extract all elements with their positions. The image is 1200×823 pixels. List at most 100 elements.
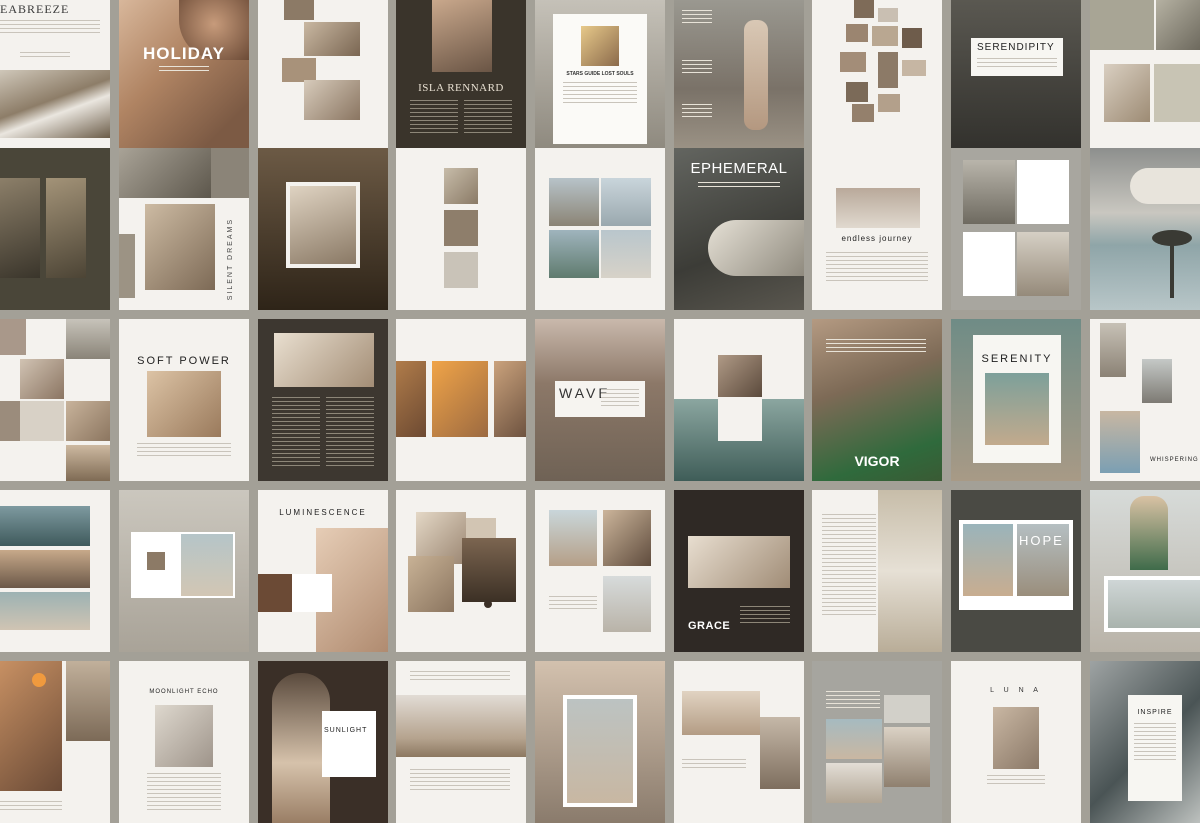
tile-green-dress[interactable] <box>1090 490 1200 652</box>
tile-luminescence[interactable]: LUMINESCENCE <box>258 490 388 652</box>
photo <box>760 717 800 789</box>
photo <box>581 26 619 66</box>
tile-title: VIGOR <box>854 453 900 469</box>
tile-ferris[interactable] <box>535 490 665 652</box>
tile-vigor[interactable]: VIGOR <box>812 319 942 481</box>
tile-white-dress[interactable] <box>812 490 942 652</box>
photo <box>826 763 882 803</box>
photo-model <box>708 220 804 276</box>
photo <box>549 178 599 226</box>
photo <box>1108 580 1200 628</box>
photo-waves <box>0 70 110 138</box>
photo-orange <box>432 361 488 437</box>
photo <box>66 661 110 741</box>
tile-beach-collage[interactable] <box>812 661 942 823</box>
photo <box>181 534 233 596</box>
tile-arches[interactable] <box>258 148 388 310</box>
tile-serenity[interactable]: SERENITY <box>951 319 1081 481</box>
photo-hand <box>993 707 1039 769</box>
photo <box>1104 64 1150 122</box>
orange-icon <box>32 673 46 687</box>
tile-whispering[interactable]: WHISPERING <box>1090 319 1200 481</box>
photo-lighthouse <box>396 695 526 757</box>
tile-hope[interactable]: HOPE <box>951 490 1081 652</box>
tile-title: SERENDIPITY <box>977 42 1055 53</box>
tile-title: SUNLIGHT <box>324 727 368 734</box>
tile-framed-model[interactable] <box>535 661 665 823</box>
tile-wave[interactable]: WAVE <box>535 319 665 481</box>
tile-inspire[interactable]: INSPIRE <box>1090 661 1200 823</box>
photo <box>0 506 90 546</box>
tile-orange[interactable] <box>396 319 526 481</box>
photo <box>718 355 762 397</box>
tile-text-dark[interactable] <box>258 319 388 481</box>
tile-whispers[interactable] <box>0 490 110 652</box>
tile-moonlight-echo[interactable]: MOONLIGHT ECHO <box>119 661 249 823</box>
dot-icon <box>484 600 492 608</box>
tile-holiday[interactable]: HOLIDAY <box>119 0 249 162</box>
tile-sunlight[interactable]: SUNLIGHT <box>258 661 388 823</box>
photo <box>0 550 90 588</box>
tile-title: INSPIRE <box>1137 709 1173 716</box>
photo <box>147 552 165 570</box>
tile-luna[interactable]: L U N A <box>951 661 1081 823</box>
photo <box>826 719 882 759</box>
photo <box>304 22 360 56</box>
tile-sand[interactable] <box>396 490 526 652</box>
tile-ephemeral[interactable]: EPHEMERAL <box>674 148 804 310</box>
photo <box>119 148 211 198</box>
photo <box>836 188 920 228</box>
photo-feet <box>688 536 790 588</box>
photo <box>963 160 1015 224</box>
photo <box>1017 232 1069 296</box>
photo <box>1100 411 1140 473</box>
tile-dream[interactable] <box>119 490 249 652</box>
tile-silent-dreams[interactable]: SILENT DREAMS <box>119 148 249 310</box>
tile-shell[interactable] <box>951 148 1081 310</box>
photo-lighthouse <box>601 178 651 226</box>
photo-model <box>432 0 492 72</box>
photo-model <box>1130 496 1168 570</box>
tile-serendipity[interactable]: SERENDIPITY <box>951 0 1081 162</box>
photo <box>985 373 1049 445</box>
photo-model <box>878 490 942 652</box>
tile-beach-walk[interactable] <box>674 0 804 162</box>
tile-endless-journey[interactable]: endless journey <box>812 148 942 310</box>
tile-mosaic[interactable] <box>812 0 942 162</box>
tile-title: ISLA RENNARD <box>418 82 504 94</box>
photo <box>444 168 478 204</box>
photo <box>46 178 86 278</box>
tile-title: WHISPERING <box>1150 457 1199 463</box>
tile-moonlight[interactable] <box>674 661 804 823</box>
tile-lighthouse[interactable] <box>535 148 665 310</box>
tile-collage-1[interactable] <box>258 0 388 162</box>
tile-title: EABREEZE <box>0 2 70 16</box>
tile-title: GRACE <box>688 620 731 632</box>
tile-shadows[interactable] <box>0 148 110 310</box>
tile-title: STARS GUIDE LOST SOULS <box>566 71 634 77</box>
tile-grace[interactable]: GRACE <box>674 490 804 652</box>
tile-orange-portrait[interactable] <box>0 661 110 823</box>
tile-title: LUMINESCENCE <box>279 508 367 517</box>
tile-title: SERENITY <box>981 353 1053 365</box>
tile-soft-power[interactable]: SOFT POWER <box>119 319 249 481</box>
tile-sea-frame[interactable] <box>674 319 804 481</box>
photo <box>20 359 64 399</box>
tile-stars-guide[interactable]: STARS GUIDE LOST SOULS <box>535 0 665 162</box>
photo <box>66 401 110 441</box>
photo <box>155 705 213 767</box>
tile-isla-rennard[interactable]: ISLA RENNARD <box>396 0 526 162</box>
palm-trunk <box>1170 238 1174 298</box>
tile-mood-grid[interactable] <box>0 319 110 481</box>
tile-sage[interactable] <box>1090 0 1200 162</box>
tile-coast-town[interactable] <box>396 661 526 823</box>
template-collage-grid: EABREEZE HOLIDAY ISLA RENNARD STARS GUID… <box>0 0 1200 823</box>
photo <box>290 186 356 264</box>
tile-title: EPHEMERAL <box>690 160 788 177</box>
photo-model <box>567 699 633 803</box>
photo <box>682 691 760 735</box>
tile-palm[interactable] <box>1090 148 1200 310</box>
tile-seabreeze[interactable]: EABREEZE <box>0 0 110 162</box>
photo <box>601 230 651 278</box>
tile-strip[interactable] <box>396 148 526 310</box>
